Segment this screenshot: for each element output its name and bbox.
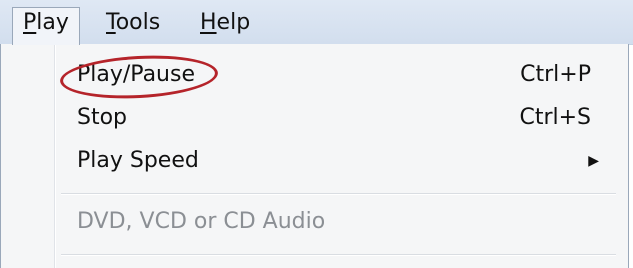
menu-help-rest: elp <box>216 10 251 35</box>
menu-item-label: Play/Pause <box>77 62 195 87</box>
menu-item-play-pause[interactable]: Play/Pause Ctrl+P <box>61 56 621 94</box>
menu-tools-accel: T <box>106 10 116 35</box>
menu-tools[interactable]: Tools <box>96 8 170 38</box>
menu-item-play-speed[interactable]: Play Speed ▶ <box>61 142 621 180</box>
menu-play-rest: lay <box>36 10 69 35</box>
menu-help[interactable]: Help <box>190 8 260 38</box>
menu-tools-rest: ools <box>115 10 161 35</box>
menu-help-accel: H <box>200 10 217 35</box>
menu-separator <box>61 254 616 256</box>
menu-separator <box>61 193 616 195</box>
triangle-right-icon: ▶ <box>588 153 599 169</box>
menu-item-label: Play Speed <box>77 148 199 173</box>
menu-item-shortcut: Ctrl+P <box>520 62 591 87</box>
menu-play[interactable]: Play <box>12 7 80 45</box>
icon-gutter-divider <box>54 44 56 268</box>
play-dropdown-menu: Play/Pause Ctrl+P Stop Ctrl+S Play Speed… <box>0 44 629 268</box>
menu-item-dvd-vcd-cd-audio: DVD, VCD or CD Audio <box>61 203 621 241</box>
menu-item-shortcut: Ctrl+S <box>519 105 591 130</box>
menu-item-label: Stop <box>77 105 128 130</box>
menu-item-stop[interactable]: Stop Ctrl+S <box>61 99 621 137</box>
menu-play-accel: P <box>23 10 37 35</box>
menu-bar: Play Tools Help <box>0 0 633 45</box>
menu-item-label: DVD, VCD or CD Audio <box>77 209 326 234</box>
